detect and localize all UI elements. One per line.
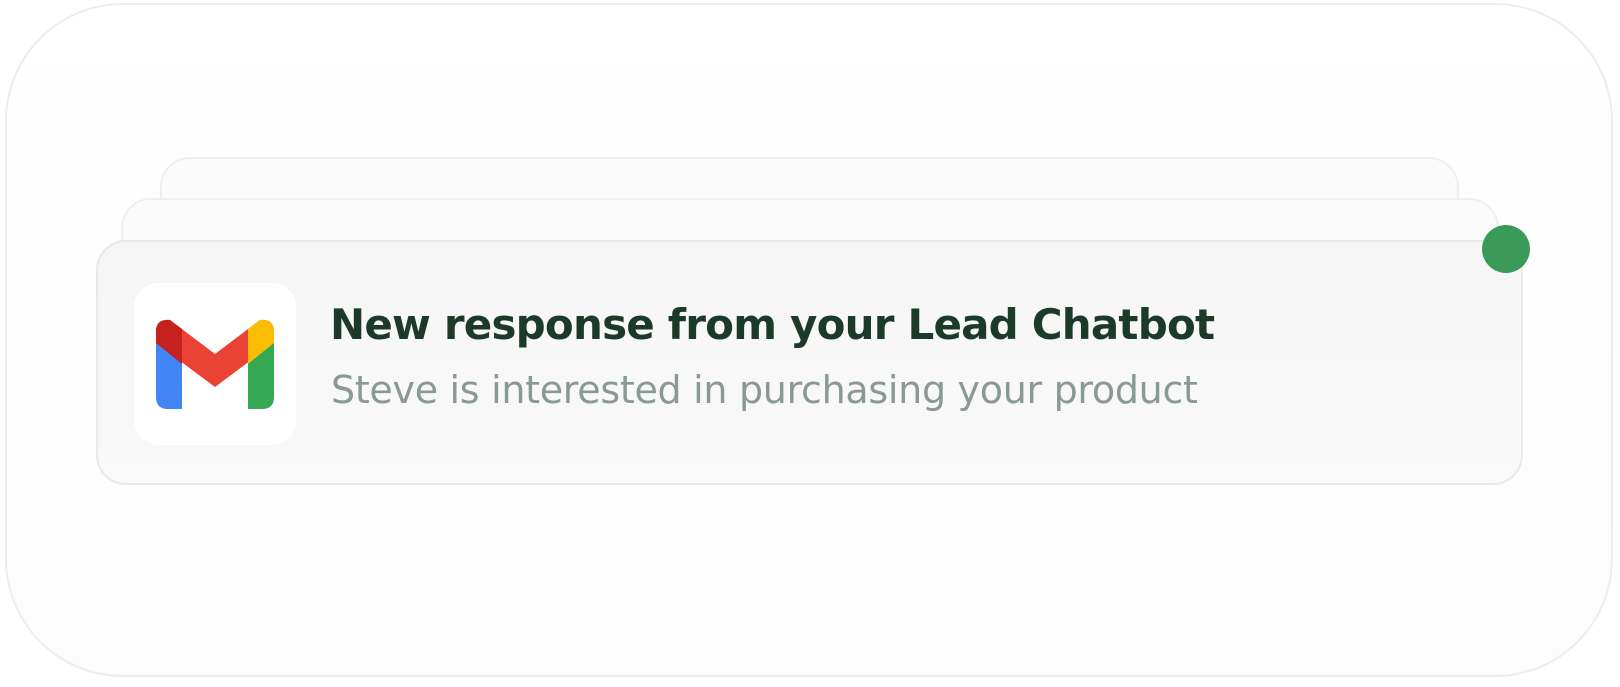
gmail-icon xyxy=(156,319,274,409)
unread-status-dot xyxy=(1482,225,1530,273)
notification-body: Steve is interested in purchasing your p… xyxy=(331,368,1198,412)
notification-title: New response from your Lead Chatbot xyxy=(330,300,1215,349)
app-icon-tile xyxy=(134,283,296,445)
notification-card[interactable]: New response from your Lead Chatbot Stev… xyxy=(96,240,1523,485)
